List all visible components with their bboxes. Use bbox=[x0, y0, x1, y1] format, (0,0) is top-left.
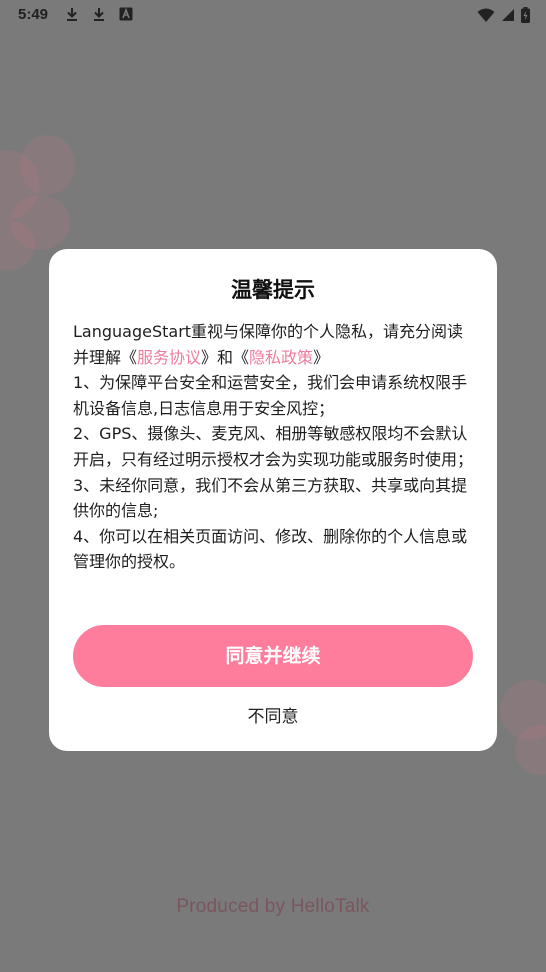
produced-by-label: Produced by HelloTalk bbox=[176, 896, 370, 917]
battery-icon bbox=[521, 7, 530, 23]
service-agreement-link[interactable]: 服务协议 bbox=[137, 348, 201, 367]
signal-icon bbox=[502, 9, 514, 21]
intro-text-suffix: 》 bbox=[313, 347, 330, 367]
a-badge-icon bbox=[119, 7, 133, 21]
status-right-icons bbox=[477, 6, 530, 24]
status-bar: 5:49 bbox=[0, 0, 546, 32]
agree-continue-button[interactable]: 同意并继续 bbox=[73, 625, 473, 687]
policy-item: 2、GPS、摄像头、麦克风、相册等敏感权限均不会默认开启，只有经过明示授权才会为… bbox=[73, 424, 474, 469]
policy-item: 3、未经你同意，我们不会从第三方获取、共享或向其提供你的信息; bbox=[73, 475, 468, 521]
download-icon bbox=[94, 8, 104, 21]
status-time: 5:49 bbox=[18, 6, 49, 23]
intro-paragraph: LanguageStart重视与保障你的个人隐私，请充分阅读并理解《服务协议》和… bbox=[73, 319, 477, 370]
policy-item: 1、为保障平台安全和运营安全，我们会申请系统权限手机设备信息,日志信息用于安全风… bbox=[73, 373, 468, 418]
wifi-icon bbox=[477, 8, 495, 22]
dialog-title: 温馨提示 bbox=[231, 278, 315, 302]
download-icon bbox=[67, 8, 77, 21]
disagree-button[interactable]: 不同意 bbox=[173, 701, 373, 733]
policy-item: 4、你可以在相关页面访问、修改、删除你的个人信息或管理你的授权。 bbox=[73, 526, 468, 572]
dialog-body: LanguageStart重视与保障你的个人隐私，请充分阅读并理解《服务协议》和… bbox=[73, 319, 477, 575]
privacy-dialog: 温馨提示 LanguageStart重视与保障你的个人隐私，请充分阅读并理解《服… bbox=[49, 249, 497, 751]
privacy-policy-link[interactable]: 隐私政策 bbox=[249, 348, 313, 367]
intro-text-middle: 》和《 bbox=[201, 347, 250, 367]
